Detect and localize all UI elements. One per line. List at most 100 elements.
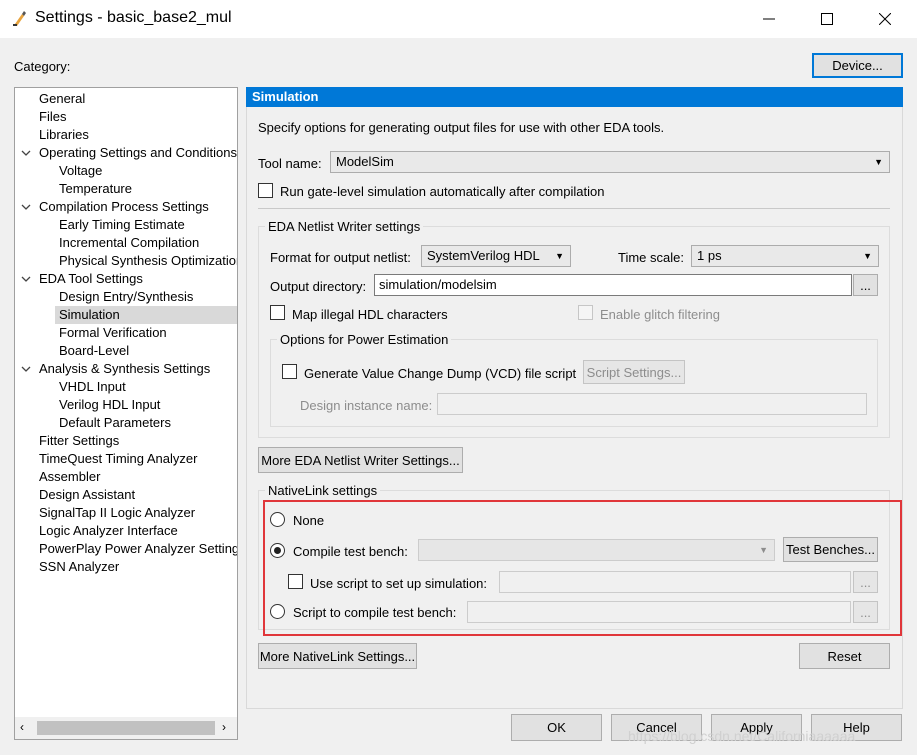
- scrollbar-thumb[interactable]: [37, 721, 215, 735]
- tree-item-label: Compilation Process Settings: [39, 199, 209, 214]
- tree-horizontal-scrollbar[interactable]: ‹ ›: [15, 717, 237, 739]
- output-dir-label: Output directory:: [270, 279, 367, 294]
- chevron-down-icon: ▼: [874, 157, 883, 167]
- format-select[interactable]: SystemVerilog HDL ▼: [421, 245, 571, 267]
- tree-item-label: Analysis & Synthesis Settings: [39, 361, 211, 376]
- tree-item[interactable]: SignalTap II Logic Analyzer: [15, 504, 237, 522]
- tree-item[interactable]: Simulation: [55, 306, 237, 324]
- map-illegal-label: Map illegal HDL characters: [292, 307, 448, 322]
- vcd-checkbox[interactable]: [282, 364, 297, 379]
- tree-item-label: Fitter Settings: [39, 433, 120, 448]
- chevron-down-icon[interactable]: [20, 201, 32, 213]
- design-instance-input[interactable]: [437, 393, 867, 415]
- nativelink-title: NativeLink settings: [265, 483, 381, 498]
- tree-item[interactable]: EDA Tool Settings: [15, 270, 237, 288]
- enable-glitch-checkbox[interactable]: [578, 305, 593, 320]
- tree-item-label: SignalTap II Logic Analyzer: [39, 505, 196, 520]
- script-compile-input[interactable]: [467, 601, 851, 623]
- format-label: Format for output netlist:: [270, 250, 411, 265]
- more-nativelink-button[interactable]: More NativeLink Settings...: [258, 643, 417, 669]
- tree-item[interactable]: Board-Level: [15, 342, 237, 360]
- watermark: https://blog.csdn.net/Californiaaaaaa: [628, 728, 856, 744]
- test-benches-button[interactable]: Test Benches...: [783, 537, 878, 562]
- tree-item[interactable]: Libraries: [15, 126, 237, 144]
- tree-item[interactable]: TimeQuest Timing Analyzer: [15, 450, 237, 468]
- reset-button[interactable]: Reset: [799, 643, 890, 669]
- tree-item[interactable]: Temperature: [15, 180, 237, 198]
- tree-item[interactable]: Physical Synthesis Optimization: [15, 252, 237, 270]
- ok-button[interactable]: OK: [511, 714, 602, 741]
- tree-item-label: Early Timing Estimate: [59, 217, 185, 232]
- design-instance-label: Design instance name:: [300, 398, 433, 413]
- none-label: None: [293, 513, 325, 528]
- format-value: SystemVerilog HDL: [427, 248, 540, 263]
- tree-item[interactable]: Default Parameters: [15, 414, 237, 432]
- compile-tb-select[interactable]: ▼: [418, 539, 775, 561]
- minimize-button[interactable]: [746, 0, 792, 38]
- tree-item[interactable]: Assembler: [15, 468, 237, 486]
- device-button[interactable]: Device...: [812, 53, 903, 78]
- time-scale-select[interactable]: 1 ps ▼: [691, 245, 879, 267]
- category-label: Category:: [14, 59, 71, 74]
- output-dir-input[interactable]: simulation/modelsim: [374, 274, 852, 296]
- tree-item[interactable]: Analysis & Synthesis Settings: [15, 360, 237, 378]
- run-gate-level-checkbox[interactable]: [258, 183, 273, 198]
- tool-name-select[interactable]: ModelSim ▼: [330, 151, 890, 173]
- tree-item[interactable]: Logic Analyzer Interface: [15, 522, 237, 540]
- tree-item-label: Temperature: [59, 181, 132, 196]
- tree-item-label: Design Entry/Synthesis: [59, 289, 194, 304]
- use-script-input[interactable]: [499, 571, 851, 593]
- minimize-icon: [763, 18, 775, 20]
- tree-item[interactable]: Formal Verification: [15, 324, 237, 342]
- power-estimation-title: Options for Power Estimation: [277, 332, 452, 347]
- chevron-down-icon: ▼: [555, 251, 564, 261]
- tree-item-label: Libraries: [39, 127, 89, 142]
- none-radio[interactable]: [270, 512, 285, 527]
- tree-item-label: General: [39, 91, 86, 106]
- eda-netlist-title: EDA Netlist Writer settings: [265, 219, 424, 234]
- use-script-checkbox[interactable]: [288, 574, 303, 589]
- tree-item-label: Voltage: [59, 163, 103, 178]
- scroll-left-icon[interactable]: ‹: [20, 720, 24, 734]
- tree-item[interactable]: Incremental Compilation: [15, 234, 237, 252]
- tree-item-label: PowerPlay Power Analyzer Settings: [39, 541, 238, 556]
- script-settings-button[interactable]: Script Settings...: [583, 360, 685, 384]
- time-scale-label: Time scale:: [618, 250, 684, 265]
- chevron-down-icon[interactable]: [20, 147, 32, 159]
- more-eda-netlist-button[interactable]: More EDA Netlist Writer Settings...: [258, 447, 463, 473]
- category-tree[interactable]: General Files Libraries Operating Settings …: [14, 87, 238, 740]
- tree-item[interactable]: VHDL Input: [15, 378, 237, 396]
- script-compile-radio[interactable]: [270, 604, 285, 619]
- browse-output-dir-button[interactable]: ...: [853, 274, 878, 296]
- tree-item[interactable]: Design Entry/Synthesis: [15, 288, 237, 306]
- vcd-label: Generate Value Change Dump (VCD) file sc…: [304, 366, 577, 381]
- time-scale-value: 1 ps: [697, 248, 722, 263]
- maximize-button[interactable]: [804, 0, 850, 38]
- tool-name-label: Tool name:: [258, 156, 322, 171]
- tree-item[interactable]: SSN Analyzer: [15, 558, 237, 576]
- tree-item[interactable]: Voltage: [15, 162, 237, 180]
- tree-item-label: Design Assistant: [39, 487, 136, 502]
- panel-description: Specify options for generating output fi…: [258, 120, 665, 135]
- tree-item[interactable]: Operating Settings and Conditions: [15, 144, 237, 162]
- tree-item[interactable]: General: [15, 90, 237, 108]
- browse-use-script-button[interactable]: ...: [853, 571, 878, 593]
- chevron-down-icon[interactable]: [20, 363, 32, 375]
- tree-item[interactable]: Fitter Settings: [15, 432, 237, 450]
- compile-tb-label: Compile test bench:: [293, 544, 408, 559]
- tree-item[interactable]: Compilation Process Settings: [15, 198, 237, 216]
- map-illegal-checkbox[interactable]: [270, 305, 285, 320]
- tree-item[interactable]: Design Assistant: [15, 486, 237, 504]
- compile-tb-radio[interactable]: [270, 543, 285, 558]
- chevron-down-icon[interactable]: [20, 273, 32, 285]
- tree-item[interactable]: Files: [15, 108, 237, 126]
- scroll-right-icon[interactable]: ›: [222, 720, 226, 734]
- tree-item[interactable]: Early Timing Estimate: [15, 216, 237, 234]
- use-script-label: Use script to set up simulation:: [310, 576, 488, 591]
- close-button[interactable]: [862, 0, 908, 38]
- tree-item-label: Logic Analyzer Interface: [39, 523, 178, 538]
- tree-item[interactable]: PowerPlay Power Analyzer Settings: [15, 540, 237, 558]
- browse-script-compile-button[interactable]: ...: [853, 601, 878, 623]
- tree-item-label: Files: [39, 109, 67, 124]
- tree-item[interactable]: Verilog HDL Input: [15, 396, 237, 414]
